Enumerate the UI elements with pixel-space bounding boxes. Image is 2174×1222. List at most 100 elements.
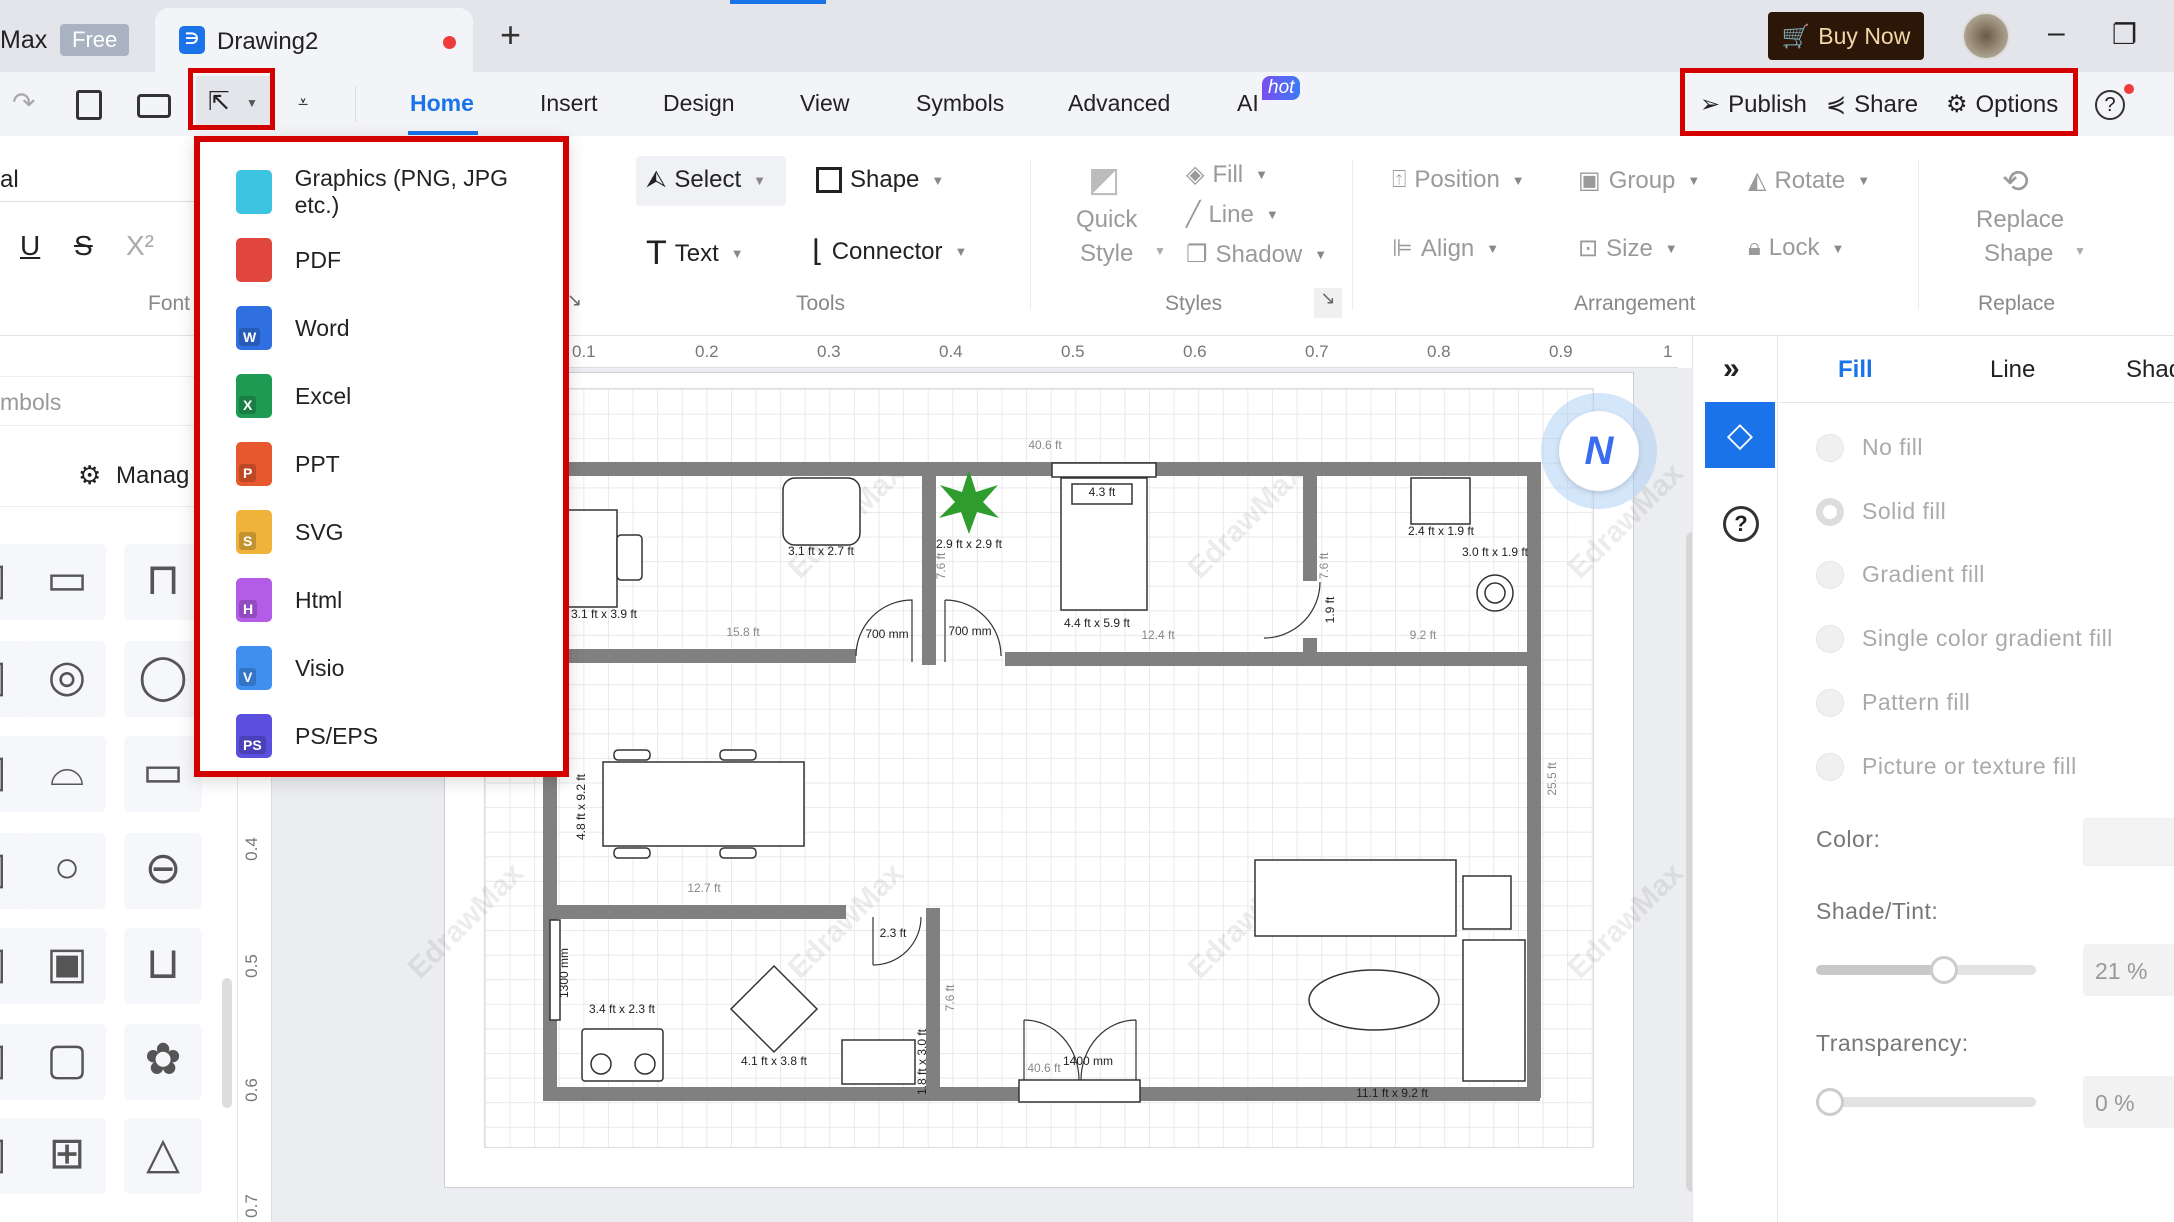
dimension-label: 7.6 ft [1317,552,1331,579]
image-file-icon [236,170,272,214]
wall [1303,469,1317,581]
export-menu-item-label: PDF [295,246,341,273]
sofa-vertical [1462,939,1526,1082]
dimension-label: 700 mm [948,624,991,638]
export-menu-item-label: Word [295,314,350,341]
dimension-label: 700 mm [865,627,908,641]
dimension-label: 7.6 ft [943,984,957,1011]
export-menu-item[interactable]: P PPT [236,438,556,490]
shade-tint-slider-handle[interactable] [1929,956,1958,984]
dimension-label: 11.1 ft x 9.2 ft [1356,1086,1428,1100]
wall [555,462,1540,476]
furniture [549,462,1526,1103]
export-menu-item[interactable]: H Html [236,574,556,626]
export-menu-item[interactable]: X Excel [236,370,556,422]
bathroom-sink [1410,477,1471,525]
transparency-value[interactable]: 0 % [2083,1076,2174,1128]
watermark: EdrawMax [1562,856,1690,984]
dimension-label: 40.6 ft [1028,438,1062,452]
excel-file-icon: X [236,374,272,418]
fill-option-label[interactable]: Solid fill [1862,498,1946,525]
collapse-panel-icon[interactable]: » [1723,352,1740,386]
fill-option-label[interactable]: Pattern fill [1862,689,1970,716]
export-menu-item[interactable]: S SVG [236,506,556,558]
dimension-label: 15.8 ft [726,625,760,639]
dining-table [602,761,805,847]
entrance-door-frame [1018,1079,1141,1103]
pdf-file-icon [236,238,272,282]
wall [1005,652,1540,666]
dimension-label: 7.6 ft [934,552,948,579]
desk-chair [616,534,643,581]
export-menu-item[interactable]: W Word [236,302,556,354]
html-file-icon: H [236,578,272,622]
kitchen-sink [841,1039,916,1085]
sofa [1254,859,1457,937]
dimension-label: 2.3 ft [880,926,907,940]
export-menu-item-label: PS/EPS [295,722,379,749]
dimension-label: 3.1 ft x 3.9 ft [571,607,638,621]
fill-option-label[interactable]: Picture or texture fill [1862,753,2077,780]
export-menu-item[interactable]: V Visio [236,642,556,694]
side-table [1462,875,1512,930]
right-icon-strip: » ◇ ? [1692,336,1778,1222]
wall [1527,462,1541,1098]
door [1263,581,1321,639]
fill-option-label[interactable]: No fill [1862,434,1923,461]
wall [543,905,846,919]
shade-tint-value[interactable]: 21 % [2083,944,2174,996]
dimension-label: 3.0 ft x 1.9 ft [1462,545,1529,559]
dimension-label: 3.4 ft x 2.3 ft [589,1002,656,1016]
dimension-label: 4.4 ft x 5.9 ft [1064,616,1131,630]
transparency-slider-handle[interactable] [1816,1088,1844,1116]
ai-assistant-button[interactable]: N [1541,393,1657,509]
tab-fill[interactable]: Fill [1838,356,1873,384]
burner [634,1053,656,1075]
fill-option-radio[interactable] [1816,561,1844,589]
dimension-label: 2.4 ft x 1.9 ft [1408,524,1475,538]
fill-panel-icon[interactable]: ◇ [1705,402,1775,468]
chair [719,847,757,859]
tab-line[interactable]: Line [1990,356,2035,384]
fill-option-radio[interactable] [1816,498,1844,526]
fill-option-radio[interactable] [1816,625,1844,653]
wall [543,1087,1019,1101]
export-menu-item-label: Graphics (PNG, JPG etc.) [294,165,509,218]
chair [613,749,651,761]
dimension-label: 12.4 ft [1141,628,1175,642]
color-label: Color: [1816,826,1881,852]
tabs-divider [1778,402,2174,403]
wall [555,649,856,663]
export-menu-item[interactable]: PDF [236,234,556,286]
ai-logo-icon: N [1559,411,1639,491]
fill-option-radio[interactable] [1816,689,1844,717]
fill-option-label[interactable]: Single color gradient fill [1862,625,2113,652]
color-picker[interactable] [2083,818,2174,866]
shade-tint-slider[interactable] [1816,965,2036,975]
transparency-slider[interactable] [1816,1097,2036,1107]
dimension-label: 4.1 ft x 3.8 ft [741,1054,808,1068]
dimension-label: 40.6 ft [1027,1061,1061,1075]
export-menu-item[interactable]: Graphics (PNG, JPG etc.) [236,165,556,218]
chair [719,749,757,761]
plant-icon [939,470,999,534]
fill-option-label[interactable]: Gradient fill [1862,561,1985,588]
dimension-label: 12.7 ft [687,881,721,895]
watermark: EdrawMax [782,856,910,984]
dimension-label: 2.9 ft x 2.9 ft [936,537,1003,551]
export-menu-item-label: Html [295,586,343,613]
fill-option-radio[interactable] [1816,434,1844,462]
burner [590,1053,612,1075]
dimension-label: 1.9 ft [1323,596,1337,623]
export-menu-item-label: Visio [295,654,345,681]
wall [1303,638,1317,666]
window [1051,462,1157,478]
dimension-label: 4.3 ft [1089,485,1116,499]
chair [613,847,651,859]
tab-shadow[interactable]: Shad [2126,356,2174,384]
coffee-table [1308,969,1440,1031]
help-icon[interactable]: ? [1723,506,1759,542]
dimension-label: 1300 mm [557,948,571,998]
export-menu-item[interactable]: PS PS/EPS [236,710,556,762]
fill-option-radio[interactable] [1816,753,1844,781]
